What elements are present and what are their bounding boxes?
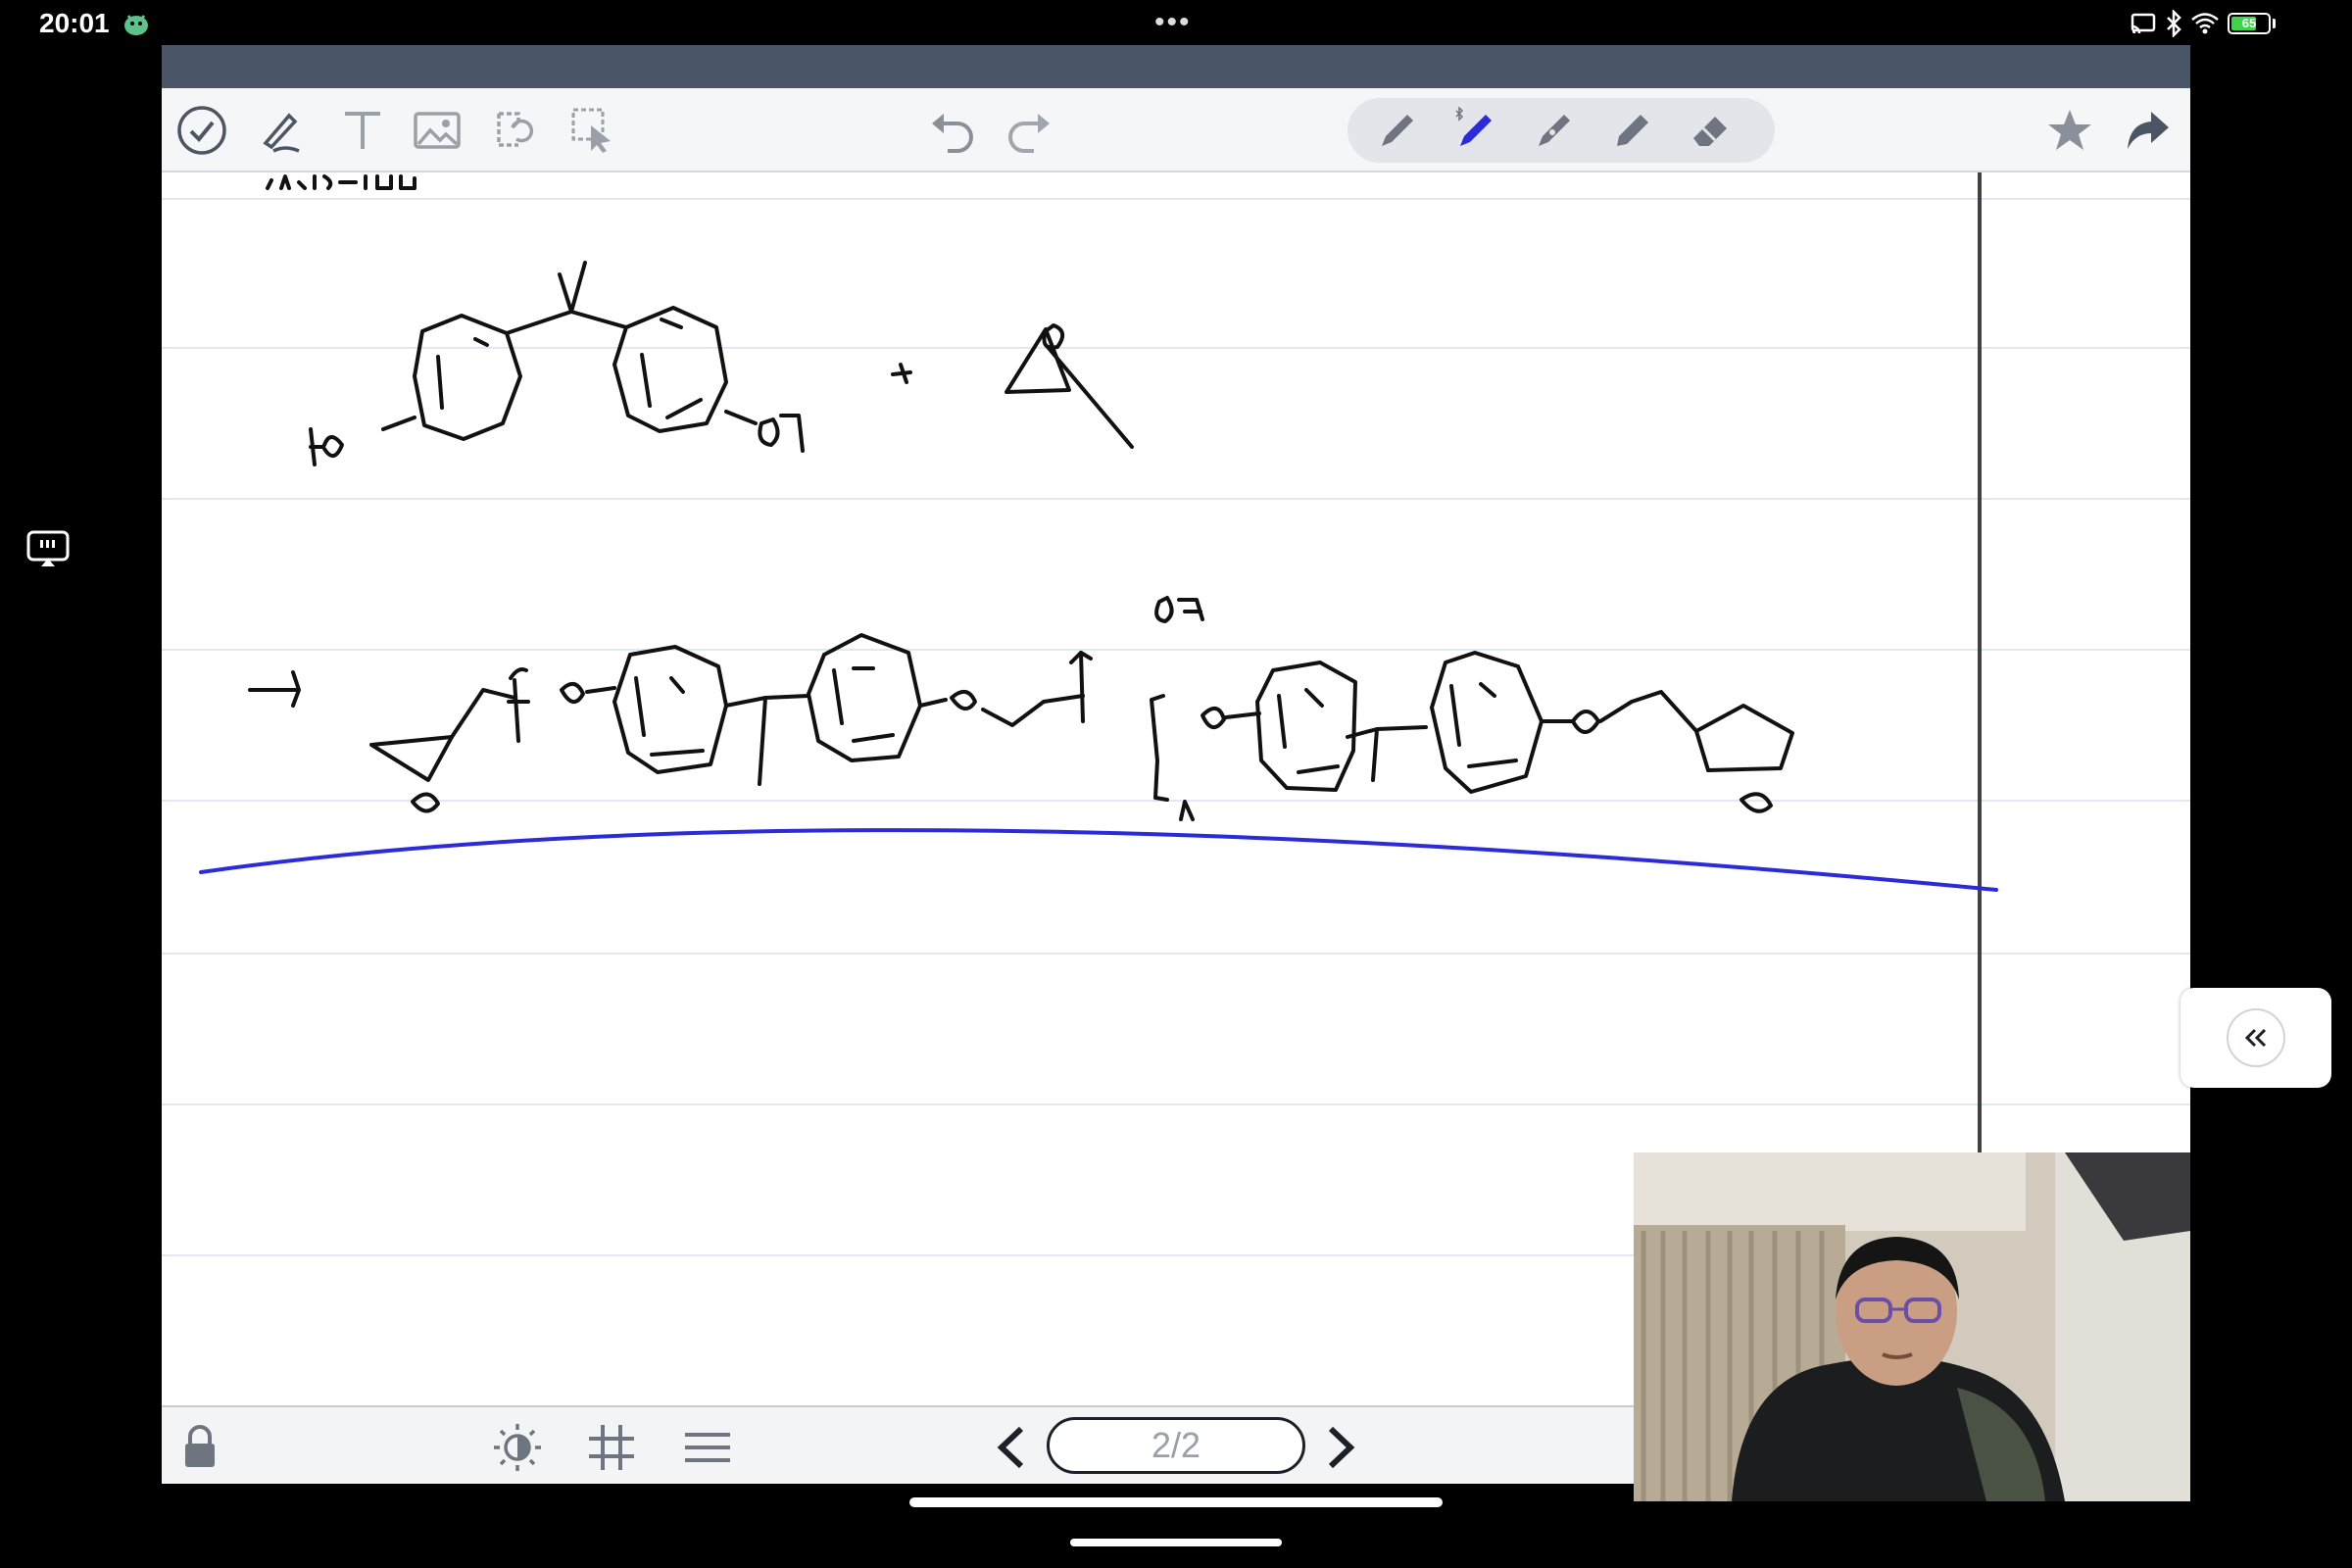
grid-icon [589, 1425, 634, 1470]
next-page-button[interactable] [1314, 1421, 1367, 1474]
lines-icon [685, 1433, 730, 1462]
pen-3-button[interactable] [1528, 104, 1581, 157]
checkmark-done-icon [177, 106, 226, 155]
status-icons: 65 [2130, 8, 2276, 39]
brightness-button[interactable] [491, 1421, 544, 1474]
eraser-icon [1693, 117, 1727, 146]
redo-button[interactable] [1003, 104, 1055, 157]
battery-icon: 65 [2228, 13, 2271, 34]
lock-icon [185, 1425, 215, 1467]
select-tool-icon [571, 108, 611, 153]
pen-3-icon [1539, 115, 1570, 146]
pen-tool-icon [263, 113, 300, 153]
image-tool-button[interactable] [411, 104, 464, 157]
previous-page-button[interactable] [985, 1421, 1038, 1474]
brightness-icon [494, 1424, 541, 1471]
bluetooth-pen-icon [1455, 107, 1492, 146]
lock-button[interactable] [173, 1421, 226, 1474]
lines-button[interactable] [681, 1421, 734, 1474]
wifi-icon [2191, 13, 2219, 34]
app-home-indicator[interactable] [909, 1497, 1443, 1507]
pen-1-icon [1382, 115, 1413, 146]
battery-level: 65 [2241, 16, 2257, 30]
done-button[interactable] [175, 104, 228, 157]
double-chevron-left-icon [2244, 1028, 2267, 1048]
system-home-indicator[interactable] [1070, 1539, 1282, 1546]
page-indicator[interactable]: 2/2 [1047, 1417, 1305, 1474]
app-notification-icon [124, 15, 148, 35]
text-tool-icon [345, 112, 380, 149]
lasso-tool-icon [497, 112, 534, 147]
image-tool-icon [414, 112, 461, 149]
video-call-tile[interactable] [1634, 1152, 2190, 1501]
bluetooth-pen-button[interactable] [1449, 104, 1502, 157]
favorite-button[interactable] [2043, 104, 2096, 157]
screen-cast-icon [2131, 13, 2156, 34]
collapse-panel-button[interactable] [2180, 988, 2331, 1088]
chevron-right-icon [1328, 1426, 1355, 1469]
lasso-tool-button[interactable] [489, 104, 542, 157]
pen-tool-button[interactable] [254, 104, 307, 157]
undo-button[interactable] [926, 104, 979, 157]
pen-selector-group [1348, 98, 1775, 163]
grid-button[interactable] [585, 1421, 638, 1474]
chevron-left-icon [997, 1426, 1024, 1469]
status-time: 20:01 [39, 8, 110, 38]
eraser-button[interactable] [1685, 104, 1738, 157]
participant-video [1634, 1152, 2190, 1501]
toolbar [162, 88, 2190, 172]
undo-icon [932, 114, 973, 153]
select-tool-button[interactable] [567, 104, 620, 157]
app-title-strip [162, 45, 2190, 88]
redo-icon [1008, 114, 1050, 153]
screen-mirror-icon[interactable] [25, 529, 71, 568]
share-button[interactable] [2122, 104, 2175, 157]
share-icon [2128, 112, 2169, 149]
highlighter-button[interactable] [1606, 104, 1659, 157]
star-icon [2048, 110, 2091, 150]
highlighter-icon [1617, 115, 1648, 146]
text-tool-button[interactable] [336, 104, 389, 157]
status-bar: 20:01 ••• 65 [0, 0, 2352, 45]
multitask-dots[interactable]: ••• [1154, 6, 1192, 39]
pen-1-button[interactable] [1371, 104, 1424, 157]
bluetooth-icon [2167, 10, 2181, 37]
